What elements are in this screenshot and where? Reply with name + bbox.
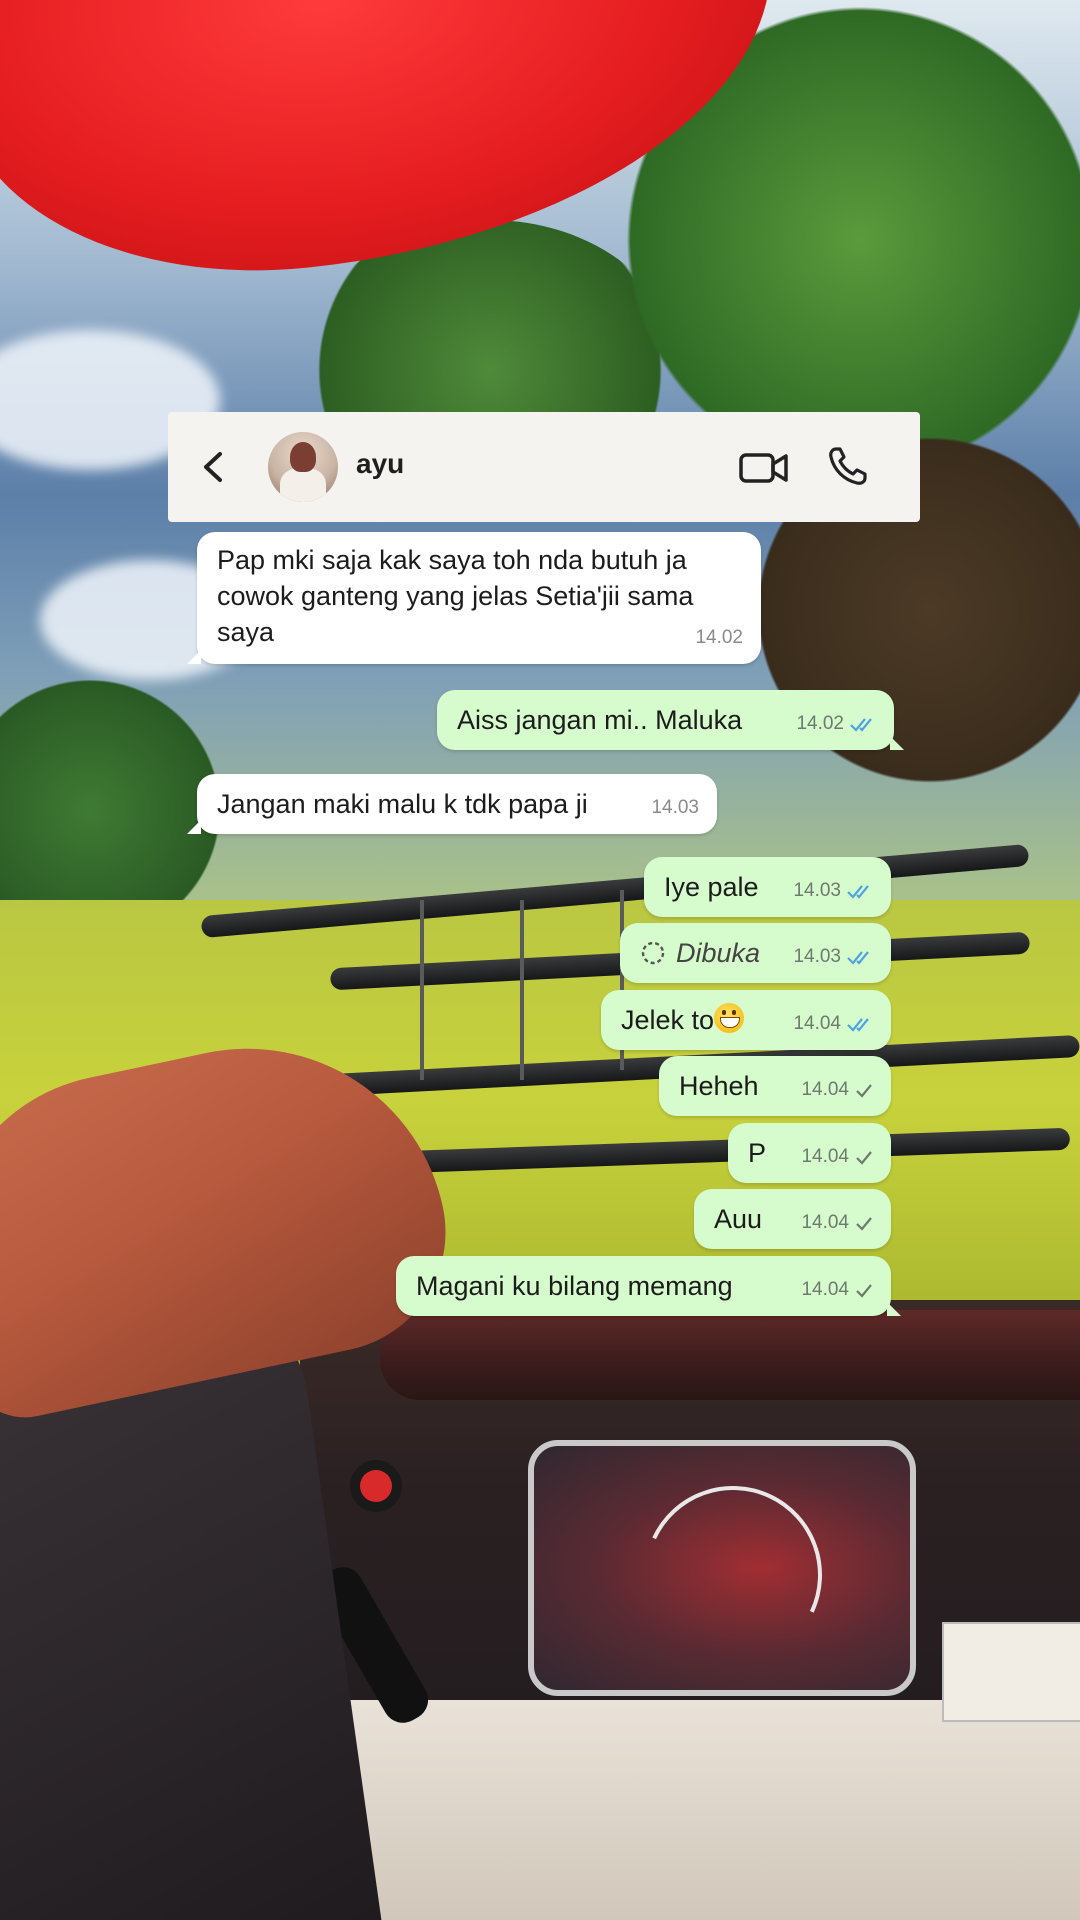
back-arrow-icon[interactable] (192, 442, 238, 492)
message-meta: 14.04 (801, 1205, 873, 1241)
indicator-plate (942, 1622, 1080, 1722)
read-double-tick-icon (850, 718, 872, 732)
message-outgoing[interactable]: Heheh 14.04 (659, 1056, 891, 1116)
bubble-tail (187, 820, 201, 834)
message-text: Jangan maki malu k tdk papa ji (217, 789, 588, 819)
message-meta: 14.04 (801, 1072, 873, 1108)
message-incoming[interactable]: Pap mki saja kak saya toh nda butuh ja c… (187, 532, 761, 664)
message-text: Magani ku bilang memang (416, 1271, 733, 1301)
message-text: Dibuka (676, 938, 761, 968)
message-text: Pap mki saja kak saya toh nda butuh ja c… (217, 545, 694, 647)
message-text: Jelek to (621, 1005, 715, 1035)
sent-tick-icon (856, 1217, 872, 1231)
message-meta: 14.04 (801, 1272, 873, 1308)
message-text: Heheh (679, 1071, 759, 1101)
message-incoming[interactable]: Jangan maki malu k tdk papa ji 14.03 (187, 774, 717, 834)
avatar-body (280, 468, 326, 502)
background-photo (0, 0, 1080, 1920)
message-outgoing[interactable]: P 14.04 (728, 1123, 891, 1183)
message-time: 14.03 (651, 797, 699, 818)
message-text: Iye pale (664, 872, 759, 902)
sent-tick-icon (856, 1084, 872, 1098)
tine (520, 900, 524, 1080)
red-knob (360, 1470, 392, 1502)
gauge (528, 1440, 916, 1696)
message-text: Auu (714, 1204, 763, 1234)
message-outgoing[interactable]: Iye pale 14.03 (644, 857, 891, 917)
message-meta: 14.04 (801, 1139, 873, 1175)
lower-panel (300, 1700, 1080, 1920)
message-text: P (748, 1138, 767, 1168)
message-meta: 14.03 (793, 939, 873, 975)
avatar[interactable] (268, 432, 338, 502)
contact-name[interactable]: ayu (356, 448, 404, 480)
chat-header: ayu (168, 412, 920, 522)
message-meta: 14.03 (651, 790, 699, 826)
message-meta: 14.03 (793, 873, 873, 909)
view-once-icon (641, 941, 665, 965)
sent-tick-icon (856, 1151, 872, 1165)
video-call-icon[interactable] (738, 448, 790, 488)
avatar-head (290, 442, 316, 472)
gauge-arc (618, 1460, 848, 1690)
phone-call-icon[interactable] (826, 444, 870, 488)
bubble-tail (187, 650, 201, 664)
grinning-face-icon (714, 1003, 745, 1033)
tine (420, 900, 424, 1080)
rusty-bar (380, 1310, 1080, 1400)
message-outgoing[interactable]: Jelek to 14.04 (601, 990, 891, 1050)
message-time: 14.03 (793, 880, 841, 901)
message-text: Aiss jangan mi.. Maluka (457, 705, 743, 735)
message-time: 14.04 (801, 1279, 849, 1300)
message-outgoing[interactable]: Magani ku bilang memang 14.04 (396, 1256, 901, 1316)
message-time: 14.04 (801, 1212, 849, 1233)
message-outgoing[interactable]: Aiss jangan mi.. Maluka 14.02 (437, 690, 904, 750)
message-time: 14.03 (793, 946, 841, 967)
message-time: 14.04 (801, 1079, 849, 1100)
read-double-tick-icon (847, 885, 869, 899)
message-time: 14.02 (695, 627, 743, 648)
message-time: 14.02 (796, 713, 844, 734)
message-meta: 14.02 (796, 706, 876, 742)
message-outgoing[interactable]: Auu 14.04 (694, 1189, 891, 1249)
bubble-tail (890, 736, 904, 750)
message-outgoing-view-once[interactable]: Dibuka 14.03 (620, 923, 891, 983)
sent-tick-icon (856, 1284, 872, 1298)
read-double-tick-icon (847, 951, 869, 965)
bubble-tail (887, 1302, 901, 1316)
read-double-tick-icon (847, 1018, 869, 1032)
message-time: 14.04 (793, 1013, 841, 1034)
message-meta: 14.04 (793, 1006, 873, 1042)
message-content: Dibuka (640, 935, 760, 971)
message-content: Jelek to (621, 1002, 745, 1038)
message-meta: 14.02 (695, 620, 743, 656)
message-time: 14.04 (801, 1146, 849, 1167)
